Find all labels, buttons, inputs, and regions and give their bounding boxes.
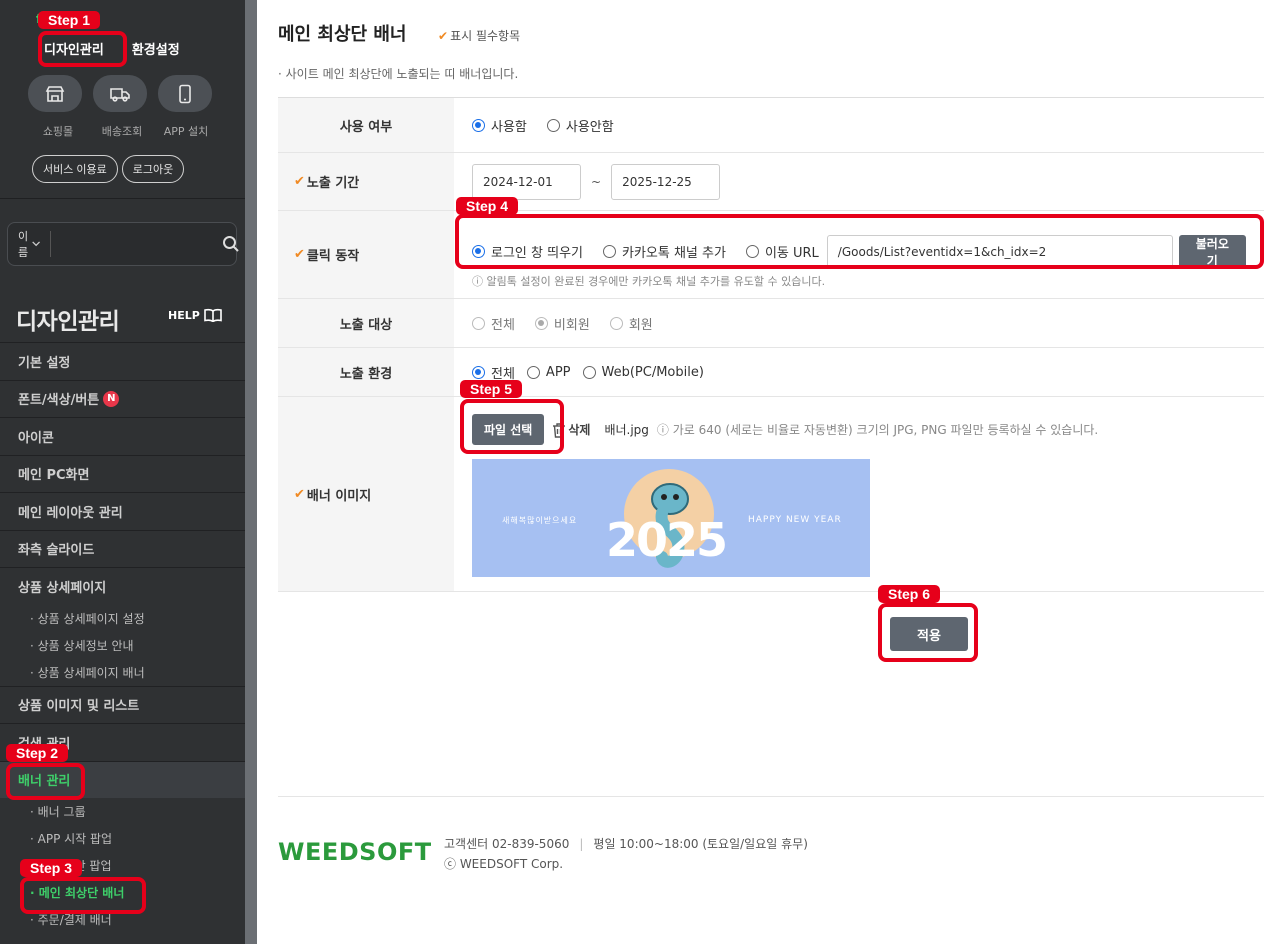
- sidebar-menu: 기본 설정 폰트/색상/버튼 N 아이콘 메인 PC화면 메인 레이아웃 관리 좌…: [0, 342, 245, 933]
- store-icon: [45, 85, 65, 102]
- settings-form: 사용 여부 사용함 사용안함 ✔ 노출 기간 2024-12-01 ~ 2025-…: [278, 97, 1264, 592]
- menu-product-detail[interactable]: 상품 상세페이지: [0, 567, 245, 605]
- radio-env-all[interactable]: 전체: [472, 363, 515, 382]
- row-target: 노출 대상 전체 비회원 회원: [278, 299, 1264, 348]
- help-link[interactable]: HELP: [168, 308, 222, 322]
- row-use: 사용 여부 사용함 사용안함: [278, 98, 1264, 153]
- row-label: 사용 여부: [278, 98, 454, 152]
- menu-main-pc[interactable]: 메인 PC화면: [0, 454, 245, 493]
- chevron-down-icon: [32, 241, 40, 247]
- menu-basic-settings[interactable]: 기본 설정: [0, 342, 245, 380]
- radio-use-yes[interactable]: 사용함: [472, 116, 527, 135]
- step-2-tag: Step 2: [6, 744, 69, 762]
- submenu-banner-group[interactable]: · 배너 그룹: [0, 798, 245, 825]
- click-hint: ⓘ 알림톡 설정이 완료된 경우에만 카카오톡 채널 추가를 유도할 수 있습니…: [472, 274, 826, 288]
- radio-use-no[interactable]: 사용안함: [546, 116, 614, 135]
- row-period: ✔ 노출 기간 2024-12-01 ~ 2025-12-25: [278, 153, 1264, 211]
- row-label: ✔ 배너 이미지: [278, 397, 454, 591]
- step-5-highlight: [460, 399, 564, 454]
- radio-env-web[interactable]: Web(PC/Mobile): [582, 365, 704, 380]
- sidebar-scrollbar[interactable]: [245, 0, 257, 944]
- check-icon: ✔: [294, 174, 305, 189]
- radio-env-app[interactable]: APP: [526, 365, 571, 380]
- shop-button[interactable]: [28, 75, 82, 112]
- check-icon: ✔: [294, 486, 305, 502]
- banner-happy-new-year: HAPPY NEW YEAR: [748, 515, 842, 525]
- step-3-tag: Step 3: [20, 859, 83, 877]
- row-label: 노출 대상: [278, 299, 454, 347]
- step-5-tag: Step 5: [460, 380, 523, 398]
- book-icon: [203, 308, 222, 322]
- truck-icon: [110, 87, 130, 102]
- step-4-highlight: [455, 214, 1264, 269]
- step-1-highlight: [38, 31, 127, 67]
- quick-icon-labels: 쇼핑몰 배송조회 APP 설치: [42, 125, 209, 138]
- search-type-select[interactable]: 이름: [8, 230, 52, 259]
- phone-icon: [179, 84, 191, 103]
- quick-icons: [28, 75, 212, 112]
- banner-year: 2025: [606, 513, 728, 567]
- submenu-detail-info[interactable]: · 상품 상세정보 안내: [0, 632, 245, 659]
- menu-main-layout[interactable]: 메인 레이아웃 관리: [0, 492, 245, 530]
- submenu-detail-settings[interactable]: · 상품 상세페이지 설정: [0, 605, 245, 632]
- menu-product-image-list[interactable]: 상품 이미지 및 리스트: [0, 685, 245, 724]
- page-description: · 사이트 메인 최상단에 노출되는 띠 배너입니다.: [278, 67, 519, 81]
- tab-settings[interactable]: 환경설정: [128, 36, 184, 61]
- footer-info: 고객센터 02-839-5060 | 평일 10:00~18:00 (토요일/일요일…: [444, 837, 808, 871]
- row-banner-image: ✔ 배너 이미지 파일 선택 삭제 배너.jpg ⓘ 가로 640 (세로는 비율…: [278, 397, 1264, 592]
- step-4-tag: Step 4: [456, 197, 519, 215]
- step-1-tag: Step 1: [38, 11, 101, 29]
- submenu-detail-banner[interactable]: · 상품 상세페이지 배너: [0, 659, 245, 686]
- search-box: 이름: [7, 222, 240, 266]
- step-2-highlight: [6, 763, 85, 800]
- section-title: 디자인관리: [16, 309, 120, 335]
- page-title: 메인 최상단 배너: [278, 24, 407, 45]
- step-6-highlight: [878, 603, 978, 662]
- file-name: 배너.jpg: [604, 423, 649, 437]
- delivery-button[interactable]: [93, 75, 147, 112]
- row-label: ✔ 클릭 동작: [278, 211, 454, 298]
- logout-button[interactable]: 로그아웃: [121, 155, 185, 183]
- service-fee-button[interactable]: 서비스 이용료: [32, 155, 118, 183]
- footer-divider: [278, 796, 1264, 797]
- banner-greeting: 새해복많이받으세요: [502, 516, 578, 525]
- file-guide: ⓘ 가로 640 (세로는 비율로 자동변환) 크기의 JPG, PNG 파일만…: [656, 423, 1099, 437]
- menu-left-slide[interactable]: 좌측 슬라이드: [0, 529, 245, 568]
- search-icon: [223, 236, 239, 252]
- app-install-button[interactable]: [158, 75, 212, 112]
- divider: [0, 198, 245, 199]
- check-icon: ✔: [438, 29, 449, 43]
- submenu-app-start-popup[interactable]: · APP 시작 팝업: [0, 825, 245, 852]
- search-input[interactable]: [51, 223, 223, 265]
- start-date-input[interactable]: 2024-12-01: [472, 163, 581, 200]
- radio-target-guest[interactable]: 비회원: [534, 314, 590, 333]
- search-button[interactable]: [222, 235, 240, 253]
- row-label: 노출 환경: [278, 348, 454, 396]
- step-6-tag: Step 6: [878, 585, 941, 603]
- row-environment: 노출 환경 전체 APP Web(PC/Mobile): [278, 348, 1264, 397]
- account-buttons: 서비스 이용료 로그아웃: [32, 155, 185, 183]
- check-icon: ✔: [294, 247, 305, 262]
- radio-target-member[interactable]: 회원: [609, 314, 653, 333]
- step-3-highlight: [20, 877, 146, 914]
- required-note: ✔ 표시 필수항목: [438, 29, 521, 43]
- radio-target-all[interactable]: 전체: [472, 314, 515, 333]
- banner-preview: 새해복많이받으세요 2025 HAPPY NEW YEAR: [472, 459, 870, 577]
- menu-icons[interactable]: 아이콘: [0, 417, 245, 455]
- sidebar: flexg님 디자인관리 환경설정 쇼핑몰 배송조회 APP 설치 서비스 이용…: [0, 0, 245, 944]
- new-badge: N: [103, 390, 120, 407]
- row-label: ✔ 노출 기간: [278, 153, 454, 210]
- menu-font-color-button[interactable]: 폰트/색상/버튼 N: [0, 379, 245, 418]
- weedsoft-logo: WEEDSOFT: [278, 838, 432, 866]
- end-date-input[interactable]: 2025-12-25: [611, 163, 721, 200]
